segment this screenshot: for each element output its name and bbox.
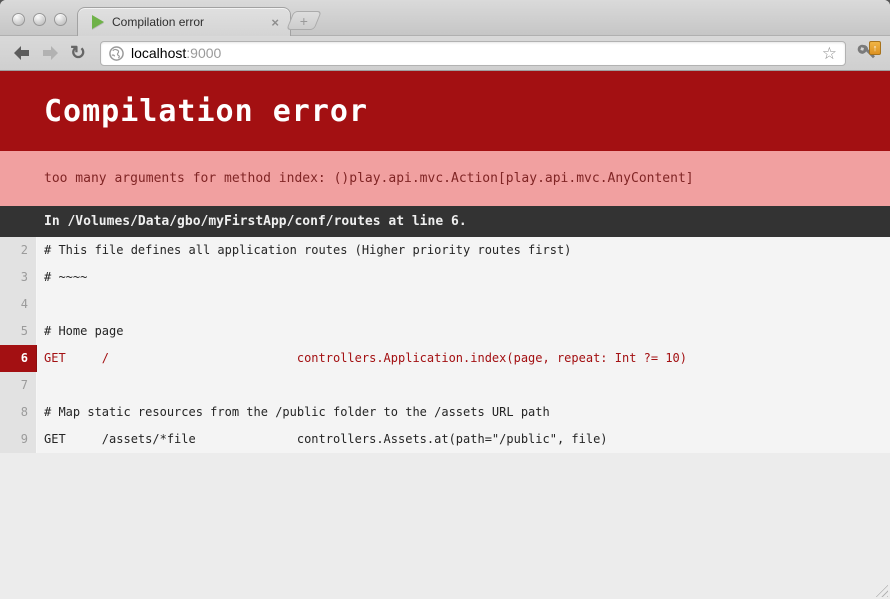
line-text <box>37 291 890 318</box>
line-number: 3 <box>0 264 37 291</box>
line-text: GET / controllers.Application.index(page… <box>37 345 890 372</box>
url-port: :9000 <box>186 45 221 61</box>
page-title: Compilation error <box>44 94 368 129</box>
browser-window: Compilation error × + ↻ <box>0 0 890 599</box>
code-line-4: 4 <box>0 291 890 318</box>
error-detail-banner: too many arguments for method index: ()p… <box>0 151 890 206</box>
error-location-bar: In /Volumes/Data/gbo/myFirstApp/conf/rou… <box>0 206 890 237</box>
tab-compilation-error[interactable]: Compilation error × <box>77 7 291 36</box>
line-text: # This file defines all application rout… <box>37 237 890 264</box>
code-line-3: 3# ~~~~ <box>0 264 890 291</box>
browser-toolbar: ↻ localhost:9000 ☆ ↑ <box>0 36 890 71</box>
bookmark-star-icon[interactable]: ☆ <box>820 45 839 62</box>
resize-grip[interactable] <box>874 583 888 597</box>
window-minimize-button[interactable] <box>33 13 46 26</box>
window-close-button[interactable] <box>12 13 25 26</box>
line-text: # Map static resources from the /public … <box>37 399 890 426</box>
code-listing: 2# This file defines all application rou… <box>0 237 890 453</box>
url-host: localhost <box>131 45 186 61</box>
window-controls <box>12 13 67 26</box>
line-number: 2 <box>0 237 37 264</box>
forward-button[interactable] <box>36 40 64 67</box>
line-number: 4 <box>0 291 37 318</box>
play-favicon-icon <box>92 15 104 29</box>
line-number: 9 <box>0 426 37 453</box>
line-text: # ~~~~ <box>37 264 890 291</box>
code-line-5: 5# Home page <box>0 318 890 345</box>
address-bar[interactable]: localhost:9000 ☆ <box>100 41 846 66</box>
tab-strip: Compilation error × + <box>0 0 890 36</box>
line-text <box>37 372 890 399</box>
line-text: # Home page <box>37 318 890 345</box>
menu-wrench-button[interactable]: ↑ <box>852 40 882 67</box>
tab-close-icon[interactable]: × <box>268 14 282 31</box>
error-header: Compilation error <box>0 71 890 151</box>
code-line-2: 2# This file defines all application rou… <box>0 237 890 264</box>
line-text: GET /assets/*file controllers.Assets.at(… <box>37 426 890 453</box>
line-number: 7 <box>0 372 37 399</box>
globe-icon <box>109 46 124 61</box>
url-text[interactable]: localhost:9000 <box>131 45 820 61</box>
reload-icon: ↻ <box>70 44 86 63</box>
arrow-left-icon <box>13 45 31 61</box>
plus-icon: + <box>300 14 308 28</box>
code-line-8: 8# Map static resources from the /public… <box>0 399 890 426</box>
error-page: Compilation error too many arguments for… <box>0 71 890 599</box>
reload-button[interactable]: ↻ <box>64 40 92 67</box>
window-zoom-button[interactable] <box>54 13 67 26</box>
line-number: 8 <box>0 399 37 426</box>
code-line-6: 6GET / controllers.Application.index(pag… <box>0 345 890 372</box>
new-tab-button[interactable]: + <box>286 11 322 30</box>
up-arrow-icon: ↑ <box>873 43 878 53</box>
line-number: 5 <box>0 318 37 345</box>
code-line-7: 7 <box>0 372 890 399</box>
code-line-9: 9GET /assets/*file controllers.Assets.at… <box>0 426 890 453</box>
back-button[interactable] <box>8 40 36 67</box>
update-badge: ↑ <box>869 41 881 55</box>
tab-title: Compilation error <box>112 15 268 29</box>
arrow-right-icon <box>41 45 59 61</box>
line-number: 6 <box>0 345 37 372</box>
